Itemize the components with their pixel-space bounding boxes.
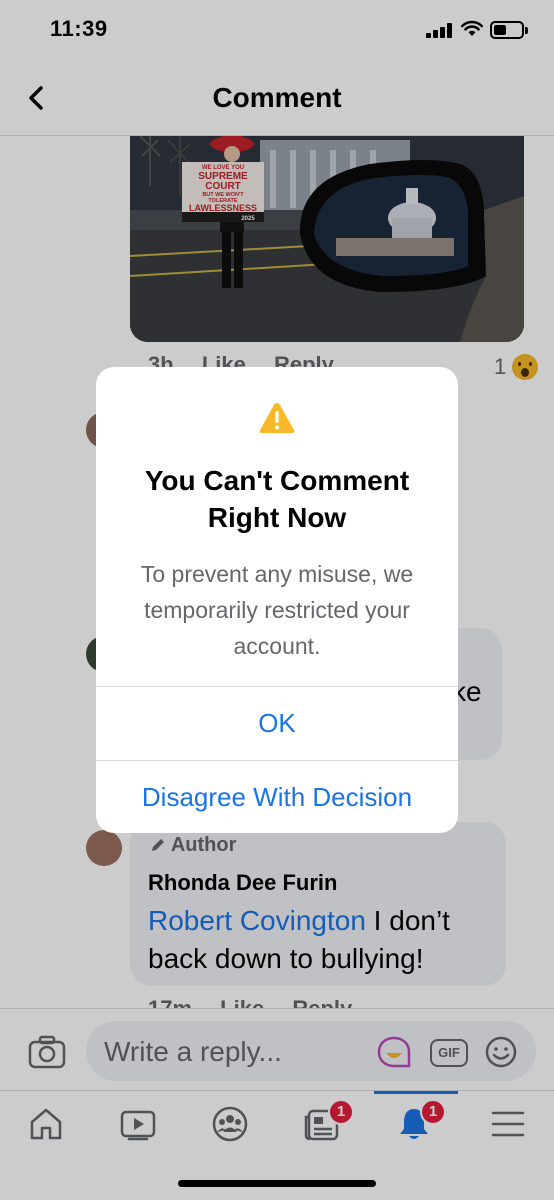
restriction-dialog: You Can't Comment Right Now To prevent a…: [96, 367, 458, 833]
disagree-button[interactable]: Disagree With Decision: [96, 761, 458, 833]
dialog-title: You Can't Comment Right Now: [144, 465, 410, 533]
dialog-message: To prevent any misuse, we temporarily re…: [140, 561, 414, 659]
warning-icon: [259, 403, 295, 433]
ok-button[interactable]: OK: [96, 687, 458, 759]
